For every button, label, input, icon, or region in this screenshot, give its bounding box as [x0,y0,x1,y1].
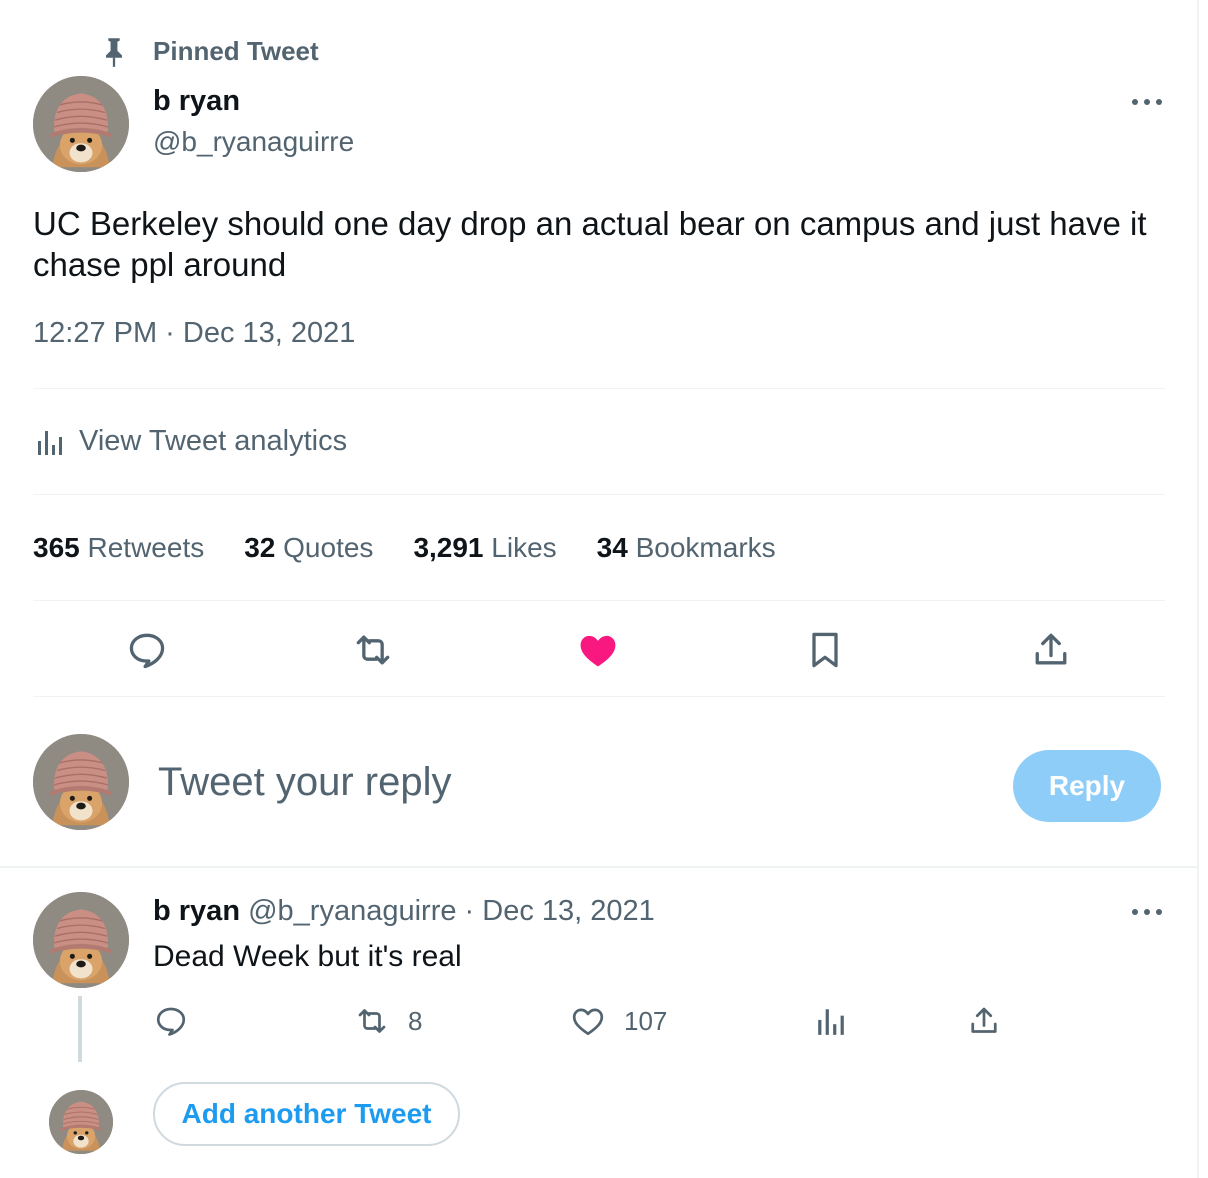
avatar [49,1090,113,1154]
view-analytics-link[interactable]: View Tweet analytics [35,425,347,458]
retweet-icon [358,1009,386,1033]
quotes-stat[interactable]: 32 Quotes [244,532,373,564]
tweet-thread-panel: Pinned Tweet b ryan @b_ryanaguirre UC Be… [0,0,1199,1178]
reply-button[interactable]: Reply [1013,750,1161,822]
share-icon[interactable] [966,1003,1002,1039]
separator-dot: · [464,895,475,927]
like-icon [572,1008,604,1036]
divider [33,600,1165,601]
section-divider [0,866,1199,868]
likes-count: 3,291 [413,532,484,563]
bookmark-icon[interactable] [803,628,847,672]
share-icon[interactable] [1029,628,1073,672]
tweet-stats: 365 Retweets 32 Quotes 3,291 Likes 34 Bo… [33,532,816,564]
avatar[interactable] [33,76,129,172]
bookmarks-label: Bookmarks [635,532,776,563]
more-options-icon[interactable] [1127,95,1167,109]
author-name[interactable]: b ryan [153,85,240,118]
reply-header: b ryan @b_ryanaguirre · Dec 13, 2021 [153,895,655,928]
reply-author-handle[interactable]: @b_ryanaguirre [248,895,456,927]
like-action[interactable]: 107 [570,1003,667,1039]
reply-action[interactable] [153,1003,189,1039]
divider [33,494,1165,495]
pin-icon [106,38,122,67]
tweet-timestamp[interactable]: 12:27 PM · Dec 13, 2021 [33,317,355,350]
quotes-label: Quotes [283,532,374,563]
like-count: 107 [624,1005,668,1036]
analytics-icon [38,430,62,455]
reply-date[interactable]: Dec 13, 2021 [482,895,655,927]
divider [33,696,1165,697]
retweet-action[interactable]: 8 [354,1003,422,1039]
more-options-icon[interactable] [1127,905,1167,919]
retweet-icon[interactable] [351,628,395,672]
reply-text: Dead Week but it's real [153,940,462,973]
thread-connector [78,996,82,1062]
avatar[interactable] [33,892,129,988]
avatar[interactable] [33,734,129,830]
reply-author-name[interactable]: b ryan [153,895,240,927]
add-another-tweet-button[interactable]: Add another Tweet [153,1082,460,1146]
reply-input[interactable]: Tweet your reply [158,760,451,805]
author-handle[interactable]: @b_ryanaguirre [153,126,354,158]
bookmarks-count: 34 [596,532,628,563]
quotes-count: 32 [244,532,276,563]
tweet-text: UC Berkeley should one day drop an actua… [33,205,1147,283]
retweets-label: Retweets [87,532,205,563]
reply-icon [156,1007,186,1036]
pinned-label: Pinned Tweet [153,36,319,66]
like-icon-filled[interactable] [576,628,620,672]
analytics-icon[interactable] [815,1005,847,1037]
bookmarks-stat[interactable]: 34 Bookmarks [597,532,776,564]
likes-label: Likes [491,532,557,563]
analytics-label: View Tweet analytics [79,425,348,457]
likes-stat[interactable]: 3,291 Likes [413,532,556,564]
retweet-count: 8 [408,1005,423,1036]
reply-icon[interactable] [125,628,169,672]
retweets-count: 365 [33,532,80,563]
divider [33,388,1165,389]
retweets-stat[interactable]: 365 Retweets [33,532,204,564]
